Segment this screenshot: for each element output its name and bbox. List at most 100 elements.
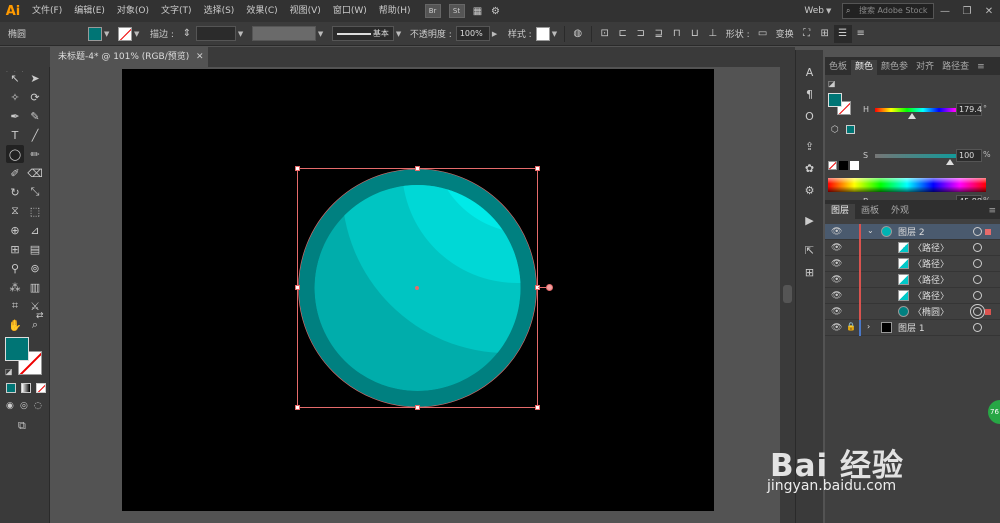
layer-row[interactable]: 👁 ⌄ 图层 2 [825, 224, 1000, 240]
brush-profile-field[interactable]: 基本 [331, 26, 394, 41]
selection-indicator[interactable] [985, 309, 991, 315]
align-bottom-icon[interactable]: ⊥ [704, 25, 722, 43]
fill-swatch[interactable] [88, 26, 102, 41]
hue-value[interactable]: 179.4 [956, 103, 982, 116]
export-panel-icon[interactable]: ⇪ [800, 136, 820, 156]
more-options-icon[interactable]: ≡ [852, 25, 870, 43]
expand-chevron-icon[interactable]: ⌄ [867, 226, 874, 235]
target-icon[interactable] [973, 307, 982, 316]
target-icon[interactable] [973, 259, 982, 268]
perspective-grid-tool-icon[interactable]: ⊿ [26, 221, 44, 239]
tab-swatches[interactable]: 色板 [825, 60, 851, 75]
transform-label[interactable]: 变换 [776, 27, 794, 40]
gradient-mode-icon[interactable] [21, 383, 31, 393]
maximize-icon[interactable]: ❐ [956, 0, 978, 22]
layer-row[interactable]: 👁 〈椭圆〉 [825, 304, 1000, 320]
align-to-icon[interactable]: ⊡ [596, 25, 614, 43]
menu-type[interactable]: 文字(T) [155, 0, 198, 22]
gradient-tool-icon[interactable]: ▤ [26, 240, 44, 258]
paintbrush-tool-icon[interactable]: ✏ [26, 145, 44, 163]
target-icon[interactable] [973, 291, 982, 300]
gpu-performance-icon[interactable]: ⚙ [487, 2, 505, 20]
layer-name[interactable]: 〈路径〉 [913, 289, 949, 302]
visibility-eye-icon[interactable]: 👁 [831, 275, 842, 285]
layer-row[interactable]: 👁 〈路径〉 [825, 240, 1000, 256]
visibility-eye-icon[interactable]: 👁 [831, 291, 842, 301]
target-icon[interactable] [973, 243, 982, 252]
hand-tool-icon[interactable]: ✋ [6, 316, 24, 334]
resize-handle-br[interactable] [535, 405, 540, 410]
artboards-panel-icon[interactable]: ⊞ [800, 262, 820, 282]
menu-help[interactable]: 帮助(H) [373, 0, 417, 22]
websafe-swatch[interactable] [846, 125, 855, 134]
color-mode-icon[interactable] [6, 383, 16, 393]
curvature-tool-icon[interactable]: ✎ [26, 107, 44, 125]
selection-tool-icon[interactable]: ↖ [6, 69, 24, 87]
draw-inside-icon[interactable]: ◌ [34, 401, 42, 411]
visibility-eye-icon[interactable]: 👁 [831, 307, 842, 317]
line-segment-tool-icon[interactable]: ╱ [26, 126, 44, 144]
white-swatch[interactable] [850, 161, 859, 170]
screen-mode-icon[interactable]: ⧉ [18, 419, 26, 433]
default-colors-icon[interactable]: ◪ [828, 79, 836, 88]
tab-color[interactable]: 颜色 [851, 60, 878, 75]
mesh-tool-icon[interactable]: ⊞ [6, 240, 24, 258]
draw-behind-icon[interactable]: ◎ [20, 401, 28, 411]
saturation-slider-knob[interactable] [946, 159, 954, 165]
stroke-swatch[interactable] [118, 26, 132, 41]
shape-builder-tool-icon[interactable]: ⊕ [6, 221, 24, 239]
draw-normal-icon[interactable]: ◉ [6, 401, 14, 411]
pie-widget-knob[interactable] [546, 284, 553, 291]
minimize-icon[interactable]: — [934, 0, 956, 22]
layer-name[interactable]: 图层 1 [898, 321, 925, 334]
workspace-switcher[interactable]: Web [804, 6, 824, 16]
target-icon[interactable] [973, 227, 982, 236]
links-panel-icon[interactable]: ⇱ [800, 240, 820, 260]
layer-name[interactable]: 图层 2 [898, 225, 925, 238]
chevron-down-icon[interactable]: ▼ [134, 30, 142, 38]
stock-search-input[interactable]: ⌕ 搜索 Adobe Stock [842, 3, 934, 19]
direct-selection-tool-icon[interactable]: ➤ [26, 69, 44, 87]
stroke-weight-stepper[interactable]: ⇕ [178, 25, 196, 43]
eraser-tool-icon[interactable]: ⌫ [26, 164, 44, 182]
opacity-field[interactable]: 100% [455, 26, 490, 41]
resize-handle-ml[interactable] [295, 285, 300, 290]
rotate-tool-icon[interactable]: ↻ [6, 183, 24, 201]
align-right-icon[interactable]: ⊒ [650, 25, 668, 43]
character-panel-icon[interactable]: A [800, 62, 820, 82]
fill-indicator[interactable] [5, 337, 29, 361]
menu-edit[interactable]: 编辑(E) [68, 0, 111, 22]
layer-name[interactable]: 〈椭圆〉 [913, 305, 949, 318]
chevron-down-icon[interactable]: ▼ [238, 30, 246, 38]
menu-effect[interactable]: 效果(C) [240, 0, 283, 22]
layer-name[interactable]: 〈路径〉 [913, 273, 949, 286]
layer-row[interactable]: 👁 〈路径〉 [825, 256, 1000, 272]
swap-fill-stroke-icon[interactable]: ⇄ [36, 311, 44, 321]
resize-handle-tr[interactable] [535, 166, 540, 171]
align-top-icon[interactable]: ⊓ [668, 25, 686, 43]
close-tab-icon[interactable]: ✕ [196, 47, 204, 67]
document-tab[interactable]: 未标题-4* @ 101% (RGB/预览) ✕ [50, 47, 208, 67]
expand-chevron-icon[interactable]: › [867, 322, 870, 331]
lock-icon[interactable]: 🔒 [846, 322, 856, 331]
layer-row[interactable]: 👁 〈路径〉 [825, 272, 1000, 288]
shape-label[interactable]: 形状 : [726, 27, 750, 40]
menu-select[interactable]: 选择(S) [198, 0, 241, 22]
layer-row[interactable]: 👁 〈路径〉 [825, 288, 1000, 304]
layer-row[interactable]: 👁 🔒 › 图层 1 [825, 320, 1000, 336]
target-icon[interactable] [973, 323, 982, 332]
tab-artboards[interactable]: 画板 [855, 204, 885, 219]
graphic-style-swatch[interactable] [535, 26, 550, 41]
chevron-down-icon[interactable]: ▼ [396, 30, 404, 38]
opentype-panel-icon[interactable]: O [800, 106, 820, 126]
ellipse-tool-icon[interactable]: ◯ [6, 145, 24, 163]
selection-indicator[interactable] [985, 229, 991, 235]
width-tool-icon[interactable]: ⧖ [6, 202, 24, 220]
target-icon[interactable] [973, 275, 982, 284]
panel-menu-icon[interactable]: ≡ [984, 204, 1000, 219]
variable-width-field[interactable] [251, 26, 316, 41]
color-spectrum[interactable] [828, 178, 986, 192]
actions-panel-icon[interactable]: ▶ [800, 210, 820, 230]
layer-name[interactable]: 〈路径〉 [913, 257, 949, 270]
type-tool-icon[interactable]: T [6, 126, 24, 144]
